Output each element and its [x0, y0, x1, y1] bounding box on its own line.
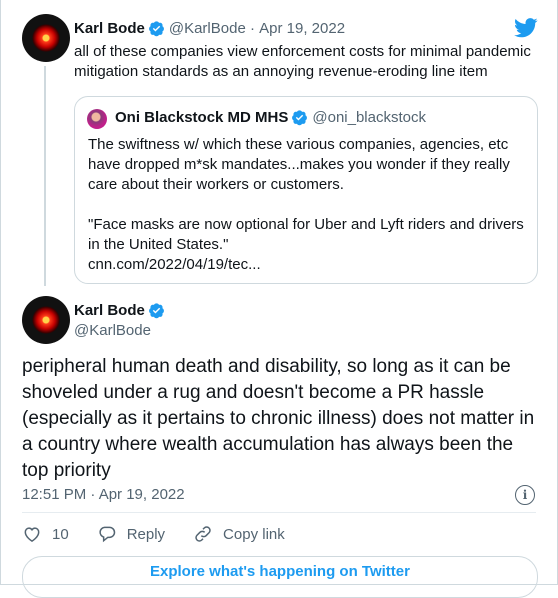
author-name[interactable]: Karl Bode	[74, 302, 145, 319]
quoted-author-handle: @oni_blackstock	[312, 109, 426, 126]
verified-badge-icon	[148, 21, 164, 37]
quoted-tweet-quote: "Face masks are now optional for Uber an…	[88, 216, 524, 253]
quoted-tweet-link[interactable]: cnn.com/2022/04/19/tec...	[88, 255, 528, 275]
main-tweet-text: peripheral human death and disability, s…	[22, 356, 535, 481]
author-handle[interactable]: @KarlBode	[169, 20, 246, 37]
main-tweet-header: Karl Bode	[74, 302, 169, 319]
explore-button[interactable]: Explore what's happening on Twitter	[22, 556, 538, 598]
action-bar: 10 Reply Copy link	[22, 524, 313, 544]
reply-icon	[99, 526, 115, 543]
copy-link-button[interactable]: Copy link	[193, 524, 285, 544]
avatar-image	[32, 306, 60, 334]
quoted-avatar	[87, 109, 107, 129]
verified-badge-icon	[148, 303, 164, 319]
author-handle[interactable]: @KarlBode	[74, 322, 151, 339]
reply-button[interactable]: Reply	[97, 524, 165, 544]
avatar[interactable]	[22, 14, 70, 62]
parent-tweet-header: Karl Bode @KarlBode · Apr 19, 2022	[74, 20, 345, 37]
heart-icon	[24, 527, 40, 542]
author-name[interactable]: Karl Bode	[74, 20, 145, 37]
quoted-tweet-header: Oni Blackstock MD MHS @oni_blackstock	[115, 109, 426, 126]
link-icon	[195, 526, 211, 542]
quoted-tweet-text: The swiftness w/ which these various com…	[88, 136, 510, 193]
tweet-date[interactable]: Apr 19, 2022	[259, 20, 345, 37]
info-icon[interactable]: i	[515, 485, 535, 505]
thread-connector	[44, 66, 46, 286]
avatar-image	[32, 24, 60, 52]
avatar[interactable]	[22, 296, 70, 344]
quoted-tweet[interactable]: Oni Blackstock MD MHS @oni_blackstock Th…	[74, 96, 538, 284]
copy-link-label: Copy link	[223, 525, 285, 543]
tweet-timestamp[interactable]: 12:51 PM · Apr 19, 2022	[22, 486, 185, 503]
quoted-author-name: Oni Blackstock MD MHS	[115, 109, 289, 126]
divider	[22, 512, 536, 513]
twitter-bird-icon[interactable]	[514, 18, 538, 38]
separator-dot: ·	[245, 20, 260, 37]
like-button[interactable]: 10	[22, 524, 69, 544]
reply-label: Reply	[126, 525, 166, 543]
like-count: 10	[52, 525, 69, 543]
verified-badge-icon	[292, 110, 308, 126]
parent-tweet-text: all of these companies view enforcement …	[74, 43, 531, 80]
